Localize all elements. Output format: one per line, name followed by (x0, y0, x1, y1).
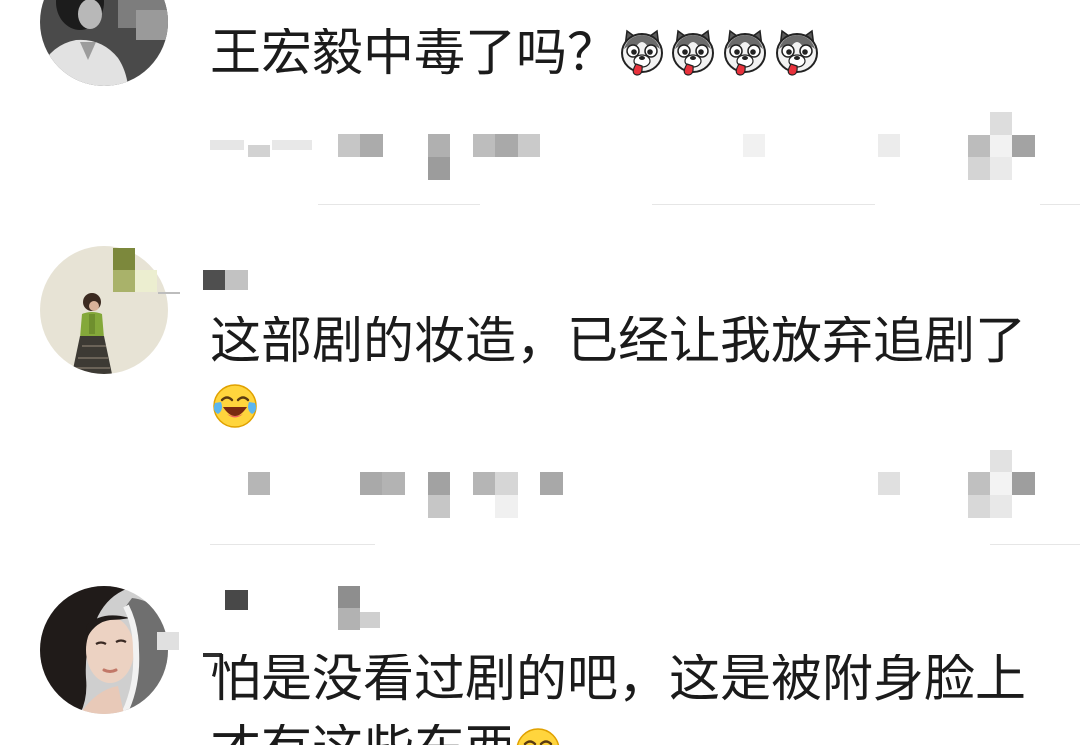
mosaic-block (248, 145, 270, 157)
mosaic-block (272, 140, 312, 150)
mosaic-block (518, 134, 540, 157)
laugh-cry-emoji-icon (212, 383, 258, 429)
husky-emoji-icon (724, 30, 766, 76)
mosaic-block (968, 472, 990, 495)
mosaic-block (113, 270, 135, 292)
mosaic-block (743, 134, 765, 157)
avatar[interactable] (40, 0, 168, 86)
mosaic-block (360, 472, 382, 495)
mosaic-block (113, 248, 135, 270)
comment-item: 这部剧的妆造，已经让我放弃追剧了 (0, 205, 1080, 545)
mosaic-block (990, 472, 1012, 495)
comment-text: 才有这些东西 (210, 724, 510, 745)
mosaic-block (338, 608, 360, 630)
mosaic-block (225, 270, 248, 290)
mosaic-block (990, 135, 1012, 157)
husky-emoji-icon (621, 30, 663, 76)
mosaic-block (203, 270, 225, 290)
comment-text: 这部剧的妆造，已经让我放弃追剧了 (210, 316, 1027, 367)
mosaic-block (495, 472, 518, 495)
mosaic-block (382, 472, 405, 495)
comment-item: 怕是没看过剧的吧，这是被附身脸上 才有这些东西 (0, 545, 1080, 745)
comment-list: 王宏毅中毒了吗？ 这部剧的妆造，已经让我放弃追剧了 怕是没看过剧的吧，这是被附身… (0, 0, 1080, 745)
mosaic-block (1012, 135, 1035, 157)
mosaic-block (990, 450, 1012, 472)
mosaic-block (990, 157, 1012, 180)
mosaic-block (495, 495, 518, 518)
mosaic-block (338, 586, 360, 608)
mosaic-block (428, 157, 450, 180)
mosaic-block (135, 270, 157, 292)
mosaic-block (338, 134, 360, 157)
husky-emoji-icon (672, 30, 714, 76)
mosaic-block (210, 140, 244, 150)
mosaic-block (158, 292, 180, 294)
mosaic-block (225, 590, 248, 610)
comment-text: 王宏毅中毒了吗？ (210, 28, 615, 79)
mosaic-block (428, 134, 450, 157)
mosaic-block (248, 472, 270, 495)
mosaic-block (968, 495, 990, 518)
mosaic-block (360, 612, 380, 628)
laugh-cry-emoji-icon (515, 727, 561, 745)
mosaic-block (428, 472, 450, 495)
mosaic-block (473, 472, 495, 495)
mosaic-block (878, 134, 900, 157)
avatar[interactable] (40, 246, 168, 374)
mosaic-block (473, 134, 495, 157)
husky-emoji-icon (776, 30, 818, 76)
mosaic-block (990, 495, 1012, 518)
mosaic-block (968, 135, 990, 157)
mosaic-block (428, 495, 450, 518)
mosaic-block (990, 112, 1012, 135)
mosaic-block (540, 472, 563, 495)
mosaic-block (968, 157, 990, 180)
avatar[interactable] (40, 586, 168, 714)
comment-item: 王宏毅中毒了吗？ (0, 0, 1080, 205)
mosaic-block (360, 134, 383, 157)
mosaic-block (495, 134, 518, 157)
mosaic-block (157, 632, 179, 650)
comment-text: 怕是没看过剧的吧，这是被附身脸上 (210, 654, 1027, 705)
mosaic-block (878, 472, 900, 495)
mosaic-block (1012, 472, 1035, 495)
